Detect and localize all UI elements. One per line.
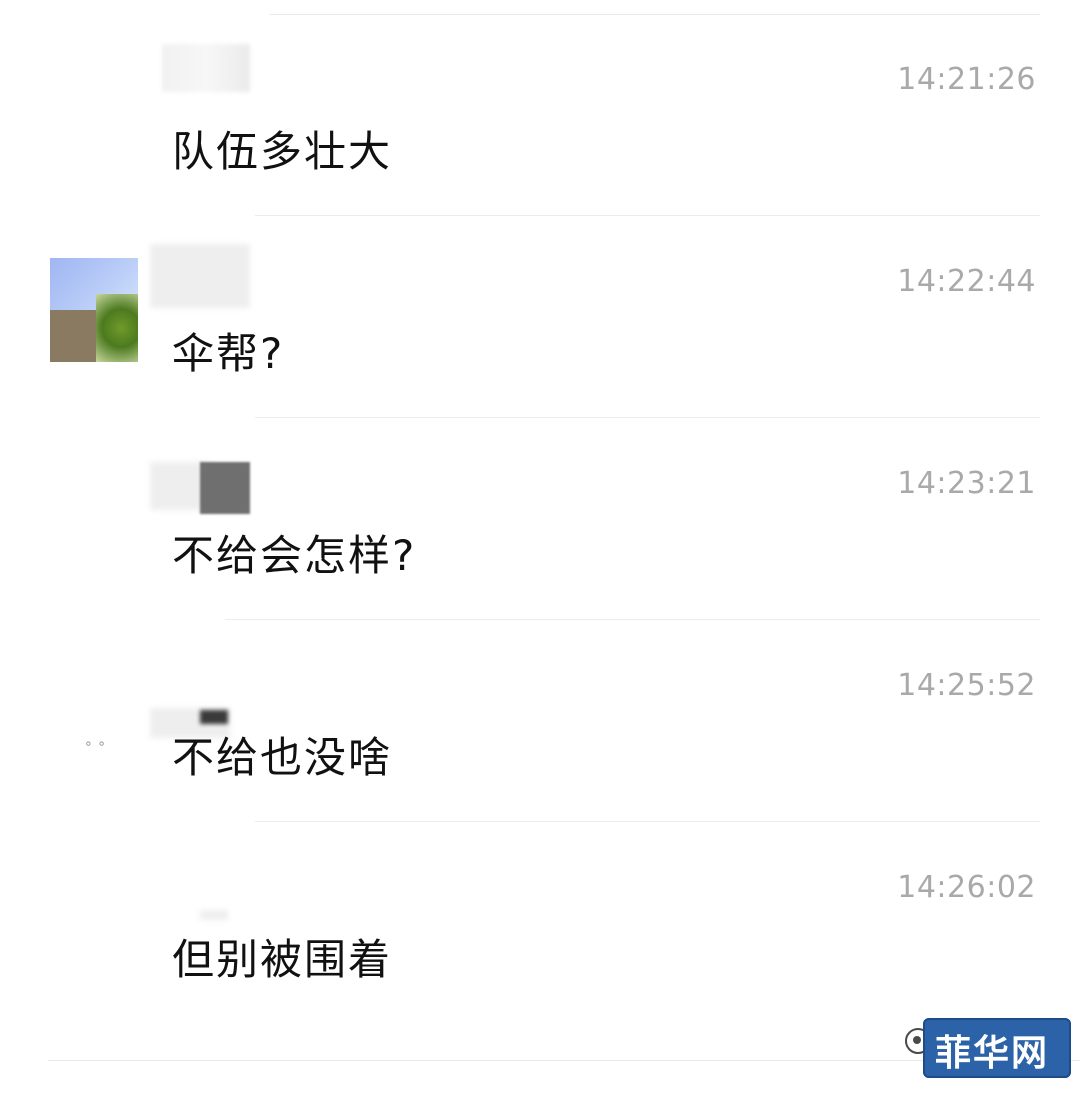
chat-message[interactable]: 14:21:26 队伍多壮大 [0,14,1080,216]
chat-message[interactable]: 14:22:44 伞帮? [0,216,1080,418]
avatar[interactable] [50,258,138,362]
message-timestamp: 14:26:02 [897,870,1036,905]
chat-message[interactable]: 14:26:02 但别被围着 [0,822,1080,1024]
avatar-fragment: ∘ ∘ [84,736,106,752]
avatar-tree [96,294,138,362]
message-text: 队伍多壮大 [172,127,393,176]
message-text: 不给会怎样? [172,531,417,580]
chat-message-list: 14:21:26 队伍多壮大 14:22:44 伞帮? 14:23:21 不给会… [0,0,1080,1093]
message-timestamp: 14:25:52 [897,668,1036,703]
blurred-sender-name [200,910,228,920]
chat-message[interactable]: 14:23:21 不给会怎样? [0,418,1080,620]
blurred-sender-name [162,44,250,92]
message-text: 伞帮? [172,329,285,378]
watermark-text: 菲华网 [935,1032,1050,1074]
blurred-sender-name [200,710,228,724]
blurred-sender-name [200,462,250,514]
watermark-logo: 菲华网 [905,1010,1075,1080]
blurred-sender-name [150,244,250,308]
chat-message[interactable]: ∘ ∘ 14:25:52 不给也没啥 [0,620,1080,822]
avatar-ground [50,310,96,362]
message-timestamp: 14:23:21 [897,466,1036,501]
message-timestamp: 14:22:44 [897,264,1036,299]
message-text: 但别被围着 [172,935,393,984]
message-text: 不给也没啥 [172,733,393,782]
message-timestamp: 14:21:26 [897,62,1036,97]
